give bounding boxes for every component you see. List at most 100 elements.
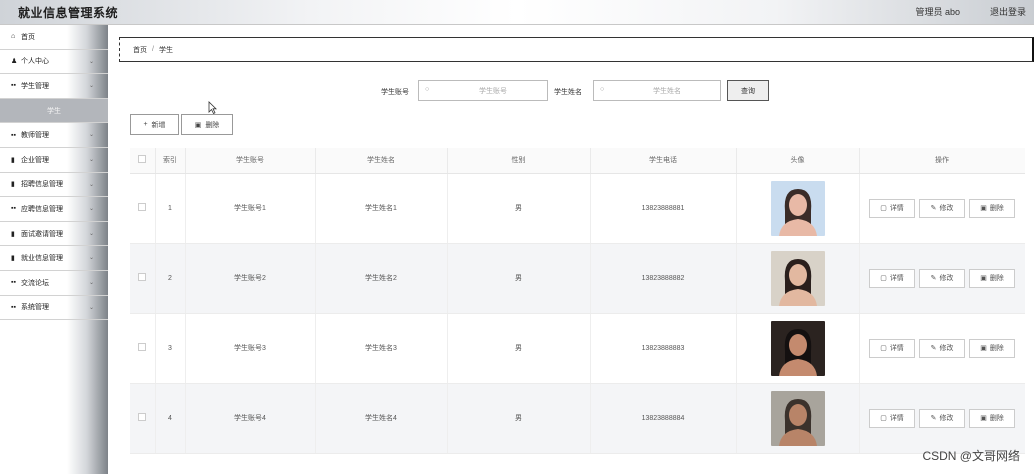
avatar: [770, 320, 825, 376]
detail-icon: ▢: [880, 275, 887, 282]
chevron-down-icon: ⌄: [88, 132, 94, 139]
sidebar-item-label: 学生管理: [21, 82, 49, 90]
sidebar-item[interactable]: ▮ 就业信息管理 ⌄: [0, 246, 108, 271]
sidebar-item[interactable]: ▮ 面试邀请管理 ⌄: [0, 222, 108, 247]
row-checkbox[interactable]: [138, 273, 147, 281]
account-search-label: 学生账号: [381, 89, 409, 96]
detail-icon: ▢: [880, 415, 887, 422]
delete-button[interactable]: ▣ 删除: [969, 338, 1015, 358]
breadcrumb: 首页 / 学生: [119, 37, 1034, 62]
row-checkbox[interactable]: [138, 413, 147, 421]
trash-icon: ▣: [194, 121, 202, 129]
row-select-cell[interactable]: [130, 383, 156, 454]
cell-actions: ▢ 详情 ✎ 修改 ▣ 删除: [859, 383, 1025, 454]
mouse-cursor-icon: [208, 101, 217, 114]
detail-button[interactable]: ▢ 详情: [869, 408, 915, 428]
account-search-input[interactable]: ○ 学生账号: [418, 80, 548, 101]
sidebar-item-label: 面试邀请管理: [21, 230, 63, 238]
row-select-cell[interactable]: [130, 313, 156, 384]
cell-phone: 13823888882: [590, 243, 737, 314]
edit-button[interactable]: ✎ 修改: [919, 198, 965, 218]
detail-label: 详情: [889, 345, 904, 352]
delete-label: 删除: [989, 415, 1004, 422]
cell-account: 学生账号3: [185, 313, 316, 384]
sidebar-item[interactable]: ♟ 个人中心 ⌄: [0, 50, 108, 75]
row-checkbox[interactable]: [138, 343, 147, 351]
doc-icon: ▮: [11, 255, 15, 263]
delete-label: 删除: [989, 205, 1004, 212]
sidebar-item[interactable]: ▪▪ 交流论坛 ⌄: [0, 271, 108, 296]
table-row: 1 学生账号1 学生姓名1 男 13823888881 ▢ 详情 ✎ 修改 ▣ 删除: [130, 173, 1025, 244]
delete-button[interactable]: ▣ 删除: [969, 408, 1015, 428]
cell-account: 学生账号4: [185, 383, 316, 454]
cell-name: 学生姓名1: [315, 173, 448, 244]
delete-button[interactable]: ▣ 删除: [969, 268, 1015, 288]
detail-button[interactable]: ▢ 详情: [869, 338, 915, 358]
sidebar-item[interactable]: ▪▪ 系统管理 ⌄: [0, 296, 108, 321]
select-all-header[interactable]: [130, 148, 156, 174]
search-icon: ○: [425, 86, 430, 93]
detail-button[interactable]: ▢ 详情: [869, 268, 915, 288]
sidebar-item-label: 首页: [21, 33, 35, 41]
table-header-row: 索引 学生账号 学生姓名 性别 学生电话 头像 操作: [130, 148, 1025, 174]
chevron-down-icon: ⌄: [88, 255, 94, 262]
col-header-gender: 性别: [447, 148, 591, 174]
col-header-account: 学生账号: [185, 148, 316, 174]
cell-phone: 13823888881: [590, 173, 737, 244]
sidebar-item-label: 应聘信息管理: [21, 205, 63, 213]
sidebar-item-label: 交流论坛: [21, 279, 49, 287]
student-table: 索引 学生账号 学生姓名 性别 学生电话 头像 操作 1 学生账号1 学生姓名1 男 1…: [130, 148, 1025, 474]
edit-button[interactable]: ✎ 修改: [919, 268, 965, 288]
row-select-cell[interactable]: [130, 173, 156, 244]
row-select-cell[interactable]: [130, 243, 156, 314]
detail-button[interactable]: ▢ 详情: [869, 198, 915, 218]
sidebar-item[interactable]: ▮ 招聘信息管理 ⌄: [0, 173, 108, 198]
doc-icon: ▮: [11, 230, 15, 238]
sidebar-item-label: 个人中心: [21, 58, 49, 66]
trash-icon: ▣: [980, 205, 987, 212]
edit-icon: ✎: [930, 275, 937, 282]
batch-delete-button[interactable]: ▣ 删除: [181, 114, 233, 135]
query-button[interactable]: 查询: [727, 80, 769, 101]
breadcrumb-home[interactable]: 首页: [133, 45, 147, 55]
cell-gender: 男: [447, 243, 591, 314]
edit-button[interactable]: ✎ 修改: [919, 408, 965, 428]
cell-avatar: [736, 243, 860, 314]
chevron-down-icon: ⌄: [88, 206, 94, 213]
table-row: 2 学生账号2 学生姓名2 男 13823888882 ▢ 详情 ✎ 修改 ▣ 删除: [130, 243, 1025, 314]
add-button[interactable]: + 新增: [130, 114, 179, 135]
top-header: 就业信息管理系统 管理员 abo 退出登录: [0, 0, 1034, 25]
delete-button[interactable]: ▣ 删除: [969, 198, 1015, 218]
admin-info: 管理员 abo: [915, 7, 960, 17]
detail-label: 详情: [889, 415, 904, 422]
trash-icon: ▣: [980, 275, 987, 282]
sidebar-item[interactable]: ▮ 企业管理 ⌄: [0, 148, 108, 173]
grid-icon: ▪▪: [11, 205, 16, 213]
name-search-input[interactable]: ○ 学生姓名: [593, 80, 721, 101]
select-all-checkbox[interactable]: [138, 155, 147, 164]
edit-button[interactable]: ✎ 修改: [919, 338, 965, 358]
row-checkbox[interactable]: [138, 203, 147, 211]
sidebar-item[interactable]: ▪▪ 学生管理 ⌄: [0, 74, 108, 99]
name-search-label: 学生姓名: [554, 89, 582, 96]
watermark: CSDN @文哥网络: [922, 449, 1020, 463]
detail-label: 详情: [889, 205, 904, 212]
sidebar-item[interactable]: ▪▪ 教师管理 ⌄: [0, 123, 108, 148]
cell-account: 学生账号1: [185, 173, 316, 244]
avatar: [770, 180, 825, 236]
sidebar-item[interactable]: ▪▪ 应聘信息管理 ⌄: [0, 197, 108, 222]
cell-avatar: [736, 173, 860, 244]
sidebar-subitem[interactable]: 学生: [0, 98, 108, 124]
logout-link[interactable]: 退出登录: [990, 5, 1026, 18]
sidebar-item[interactable]: ⌂ 首页: [0, 25, 108, 50]
trash-icon: ▣: [980, 345, 987, 352]
delete-label: 删除: [989, 275, 1004, 282]
cell-account: 学生账号2: [185, 243, 316, 314]
grid-icon: ▪▪: [11, 279, 16, 287]
detail-icon: ▢: [880, 205, 887, 212]
grid-icon: ▪▪: [11, 303, 16, 311]
chevron-down-icon: ⌄: [88, 279, 94, 286]
sidebar-item-label: 招聘信息管理: [21, 181, 63, 189]
edit-icon: ✎: [930, 205, 937, 212]
cell-name: 学生姓名2: [315, 243, 448, 314]
